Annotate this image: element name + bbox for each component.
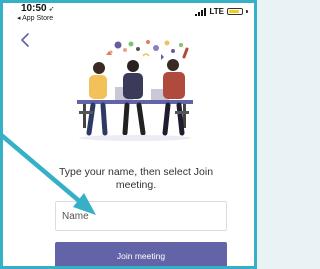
status-time: 10:50 ➶ — [21, 3, 55, 14]
phone-screen: 10:50 ➶ ◂ App Store LTE Type your name, … — [3, 3, 254, 269]
location-arrow-icon: ➶ — [46, 6, 55, 13]
join-instruction-text: Type your name, then select Join meeting… — [58, 166, 214, 191]
signal-icon — [195, 7, 207, 16]
battery-tip — [246, 10, 248, 13]
back-to-app-store-link[interactable]: ◂ App Store — [17, 14, 53, 22]
join-meeting-button[interactable]: Join meeting — [55, 242, 227, 269]
meeting-people-illustration — [77, 40, 193, 141]
status-indicators: LTE — [195, 7, 248, 16]
network-type: LTE — [209, 7, 224, 16]
name-input[interactable] — [55, 201, 227, 231]
battery-icon — [227, 8, 243, 15]
chevron-left-icon[interactable] — [19, 33, 31, 47]
